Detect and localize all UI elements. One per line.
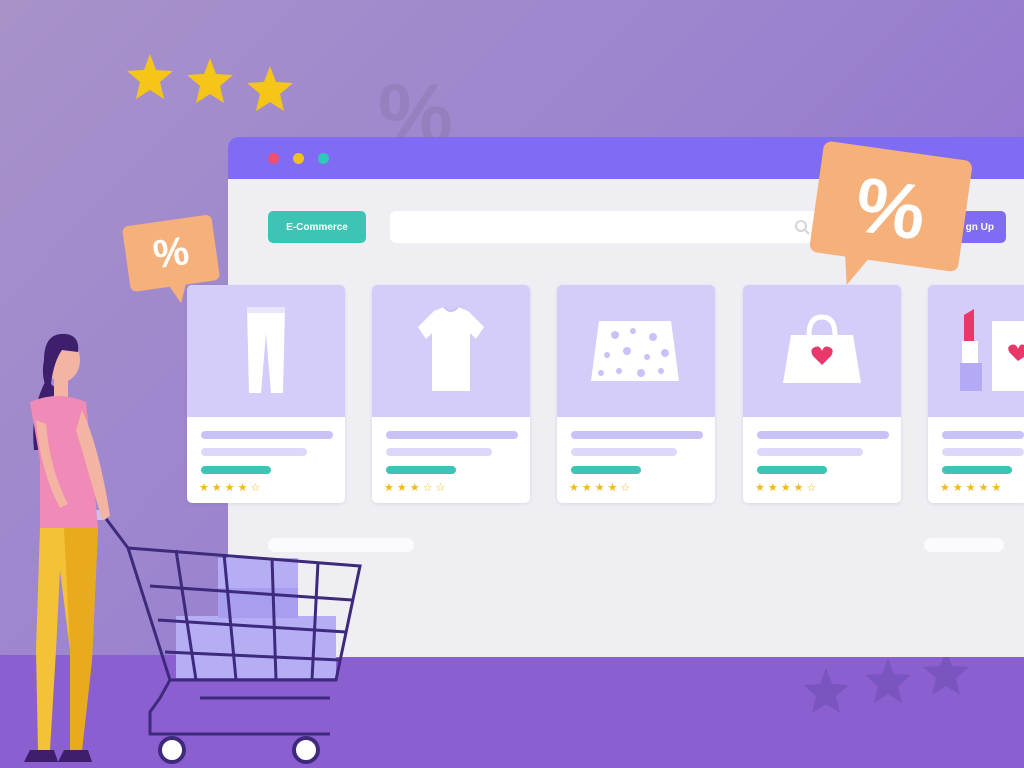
product-subtitle-placeholder — [757, 448, 863, 456]
product-card[interactable]: ★★★☆☆ — [372, 285, 530, 503]
shopper-with-cart-illustration — [24, 333, 362, 764]
product-price-placeholder — [386, 466, 456, 474]
star-rating: ★★★★☆ — [569, 482, 634, 494]
star-rating: ★★★★★ — [940, 482, 1005, 494]
product-card[interactable]: ★★★★☆ — [557, 285, 715, 503]
discount-badge-small-icon: % — [122, 215, 220, 304]
tshirt-icon — [418, 306, 484, 391]
skirt-icon — [591, 321, 679, 381]
product-image — [557, 285, 715, 417]
discount-percent-label: % — [150, 229, 191, 278]
rating-stars-icon — [127, 54, 293, 111]
faded-stars-icon — [803, 650, 969, 713]
section-link-placeholder[interactable] — [924, 538, 1004, 552]
product-card[interactable]: ★★★★☆ — [743, 285, 901, 503]
product-title-placeholder — [757, 431, 889, 439]
product-title-placeholder — [386, 431, 518, 439]
product-price-placeholder — [942, 466, 1012, 474]
product-subtitle-placeholder — [571, 448, 677, 456]
close-dot-icon[interactable] — [268, 153, 279, 164]
discount-percent-label: % — [850, 160, 931, 257]
minimize-dot-icon[interactable] — [293, 153, 304, 164]
product-subtitle-placeholder — [386, 448, 492, 456]
discount-badge-large-icon: % — [809, 141, 972, 286]
star-rating: ★★★☆☆ — [384, 482, 449, 494]
product-price-placeholder — [571, 466, 641, 474]
search-input[interactable] — [390, 211, 820, 243]
product-image — [372, 285, 530, 417]
product-card[interactable]: ★★★★★ — [928, 285, 1024, 503]
product-subtitle-placeholder — [942, 448, 1024, 456]
star-rating: ★★★★☆ — [755, 482, 820, 494]
product-title-placeholder — [942, 431, 1024, 439]
maximize-dot-icon[interactable] — [318, 153, 329, 164]
product-title-placeholder — [571, 431, 703, 439]
ecommerce-button[interactable]: E-Commerce — [268, 211, 366, 243]
product-price-placeholder — [757, 466, 827, 474]
